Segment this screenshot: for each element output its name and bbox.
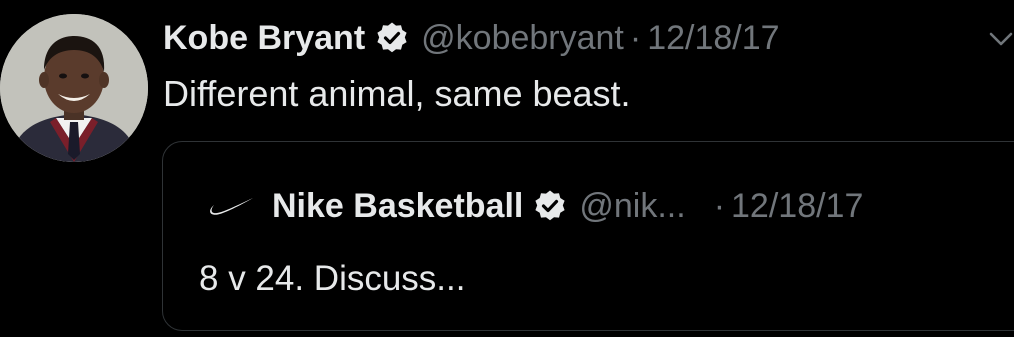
tweet-text: Different animal, same beast. (163, 73, 631, 114)
avatar-photo (0, 14, 148, 162)
chevron-down-icon[interactable] (988, 26, 1014, 52)
quoted-tweet-header: Nike Basketball @nik... · 12/18/17 (208, 182, 863, 230)
tweet-header: Kobe Bryant @kobebryant · 12/18/17 (163, 14, 780, 62)
quoted-tweet[interactable]: Nike Basketball @nik... · 12/18/17 8 v 2… (162, 141, 1014, 331)
quoted-meta-separator: · (713, 186, 726, 225)
nike-swoosh-icon (208, 196, 254, 216)
avatar[interactable] (0, 14, 148, 162)
meta-separator: · (629, 18, 642, 57)
verified-badge-icon (375, 21, 409, 55)
quoted-author-name[interactable]: Nike Basketball (272, 187, 523, 226)
author-handle[interactable]: @kobebryant (421, 19, 624, 58)
quoted-tweet-date[interactable]: 12/18/17 (731, 187, 863, 226)
tweet-date[interactable]: 12/18/17 (647, 19, 779, 58)
quoted-tweet-text: 8 v 24. Discuss... (199, 259, 466, 298)
verified-badge-icon (533, 189, 567, 223)
quoted-author-handle[interactable]: @nik... (579, 187, 685, 226)
tweet[interactable]: Kobe Bryant @kobebryant · 12/18/17 Diffe… (0, 0, 1014, 337)
author-name[interactable]: Kobe Bryant (163, 19, 365, 58)
